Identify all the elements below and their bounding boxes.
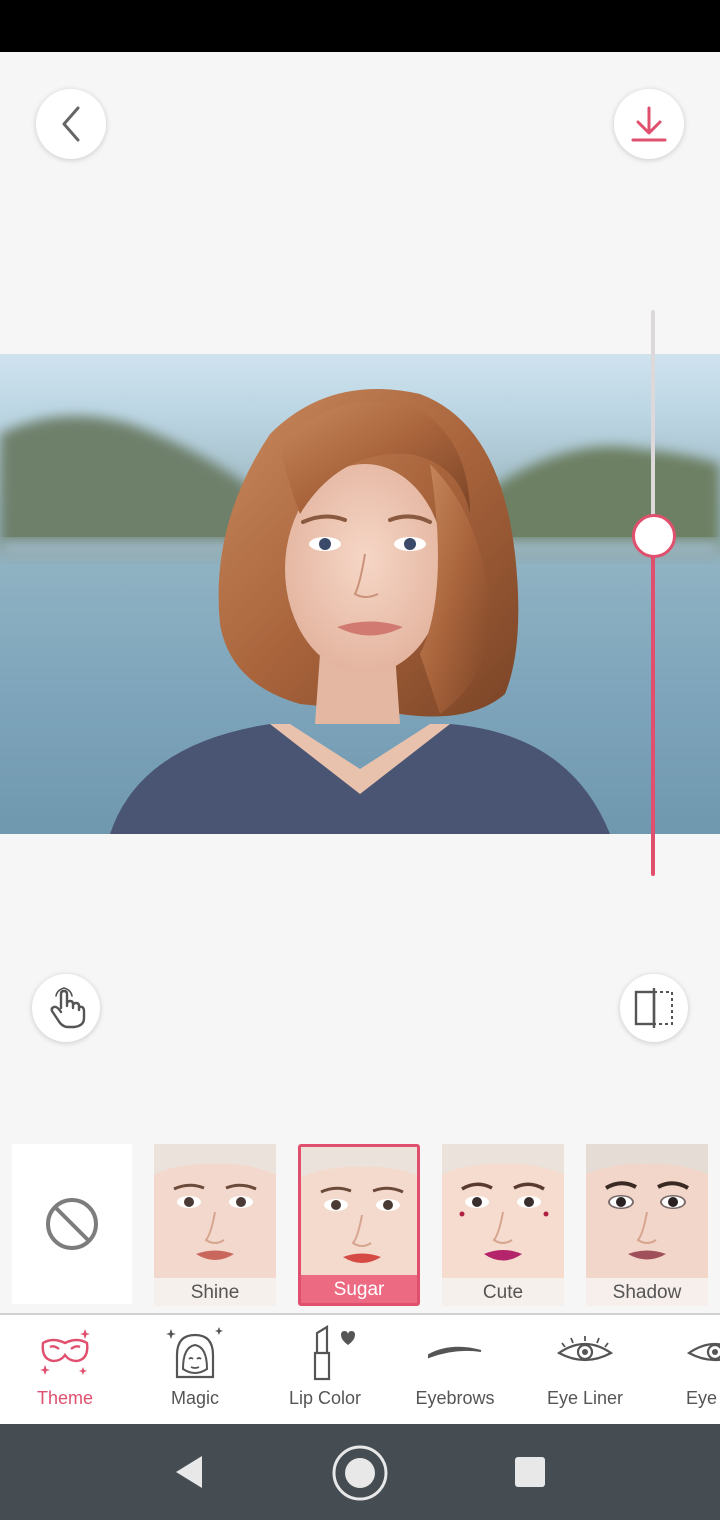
tab-label: Eye Sh xyxy=(685,1388,720,1408)
tab-theme[interactable]: Theme xyxy=(0,1315,130,1424)
touch-adjust-button[interactable] xyxy=(32,974,100,1042)
theme-card-shine[interactable]: Shine xyxy=(154,1144,276,1306)
tab-eyebrows[interactable]: Eyebrows xyxy=(390,1315,520,1424)
theme-label: Cute xyxy=(442,1278,564,1306)
theme-label: Sugar xyxy=(301,1275,417,1303)
hand-pointer-icon xyxy=(50,987,86,1029)
tab-label: Theme xyxy=(36,1388,94,1408)
chevron-left-icon xyxy=(62,106,80,142)
lipstick-icon xyxy=(313,1325,355,1381)
download-icon xyxy=(631,106,667,142)
portrait-illustration xyxy=(0,389,720,834)
tab-magic[interactable]: Magic xyxy=(130,1315,260,1424)
theme-none-option[interactable] xyxy=(12,1144,132,1304)
portrait-photo[interactable] xyxy=(0,354,720,834)
back-button[interactable] xyxy=(36,89,106,159)
theme-card-shadow[interactable]: Shadow xyxy=(586,1144,708,1306)
tab-label: Eyebrows xyxy=(415,1388,495,1408)
theme-card-cute[interactable]: Cute xyxy=(442,1144,564,1306)
intensity-slider-fill xyxy=(651,536,655,876)
tab-label: Magic xyxy=(170,1388,219,1408)
tab-eye-shadow[interactable]: Eye Sh xyxy=(650,1315,720,1424)
square-recents-icon[interactable] xyxy=(512,1454,548,1490)
sparkle-face-icon xyxy=(166,1327,223,1379)
intensity-slider-handle[interactable] xyxy=(632,514,676,558)
compare-button[interactable] xyxy=(620,974,688,1042)
compare-split-icon xyxy=(634,988,673,1028)
theme-label: Shadow xyxy=(586,1278,708,1306)
eye-icon xyxy=(686,1342,720,1362)
theme-card-sugar[interactable]: Sugar xyxy=(298,1144,420,1306)
intensity-slider-track[interactable] xyxy=(651,310,655,536)
tab-eye-liner[interactable]: Eye Liner xyxy=(520,1315,650,1424)
theme-label: Shine xyxy=(154,1278,276,1306)
eyebrow-icon xyxy=(428,1346,482,1359)
eye-icon xyxy=(556,1336,614,1362)
tab-lip-color[interactable]: Lip Color xyxy=(260,1315,390,1424)
circle-home-icon[interactable] xyxy=(330,1443,390,1503)
tab-label: Eye Liner xyxy=(546,1388,624,1408)
triangle-back-icon[interactable] xyxy=(170,1452,206,1492)
save-button[interactable] xyxy=(614,89,684,159)
no-symbol-icon xyxy=(46,1198,98,1250)
status-bar xyxy=(0,0,720,52)
theme-strip: Shine Sugar Cute Shadow xyxy=(0,1140,720,1310)
system-navigation-bar xyxy=(0,1424,720,1520)
makeup-category-toolbar: Theme Magic Lip Color Eyebrows Eye Liner… xyxy=(0,1315,720,1424)
mask-icon xyxy=(40,1329,90,1375)
tab-label: Lip Color xyxy=(288,1388,362,1408)
